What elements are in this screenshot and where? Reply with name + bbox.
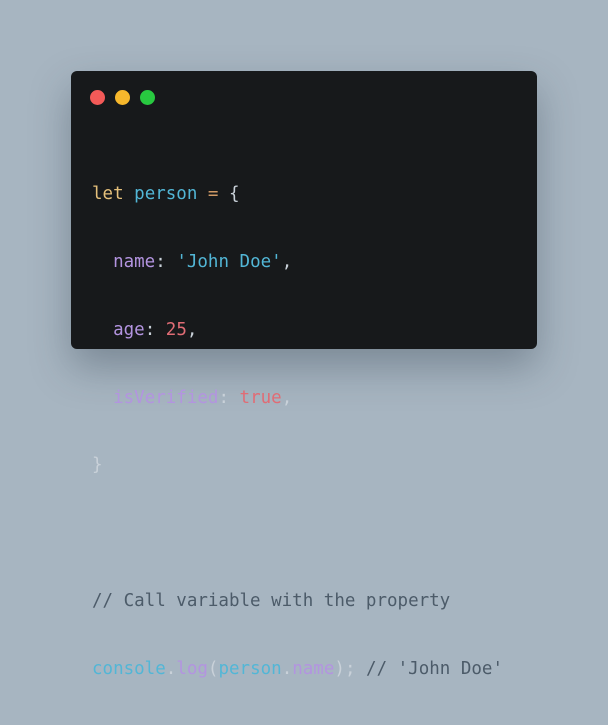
inline-comment: // 'John Doe' bbox=[366, 658, 503, 679]
code-line-2: name: 'John Doe', bbox=[92, 251, 503, 274]
colon: : bbox=[144, 319, 156, 340]
code-line-6-blank bbox=[92, 522, 503, 545]
close-brace: } bbox=[92, 455, 103, 476]
maximize-button[interactable] bbox=[140, 90, 155, 105]
comma: , bbox=[186, 319, 198, 340]
property-isverified: isVerified bbox=[113, 387, 219, 408]
open-brace: { bbox=[229, 184, 240, 205]
colon: : bbox=[218, 387, 229, 408]
code-comment: // Call variable with the property bbox=[92, 590, 451, 611]
argument-property-name: name bbox=[292, 658, 335, 679]
paren-open: ( bbox=[207, 658, 219, 679]
window-controls bbox=[90, 90, 155, 106]
code-line-4: isVerified: true, bbox=[92, 387, 503, 410]
code-line-7: // Call variable with the property bbox=[92, 590, 503, 613]
comma: , bbox=[281, 387, 293, 408]
dot: . bbox=[281, 658, 293, 679]
string-value: 'John Doe' bbox=[176, 251, 282, 272]
variable-person: person bbox=[134, 184, 198, 205]
property-age: age bbox=[113, 319, 145, 340]
paren-close: ) bbox=[334, 658, 345, 679]
semicolon: ; bbox=[344, 658, 356, 679]
code-block: let person = { name: 'John Doe', age: 25… bbox=[92, 138, 503, 725]
comma: , bbox=[281, 251, 293, 272]
function-log: log bbox=[176, 658, 208, 679]
code-line-3: age: 25, bbox=[92, 319, 503, 342]
object-console: console bbox=[92, 658, 166, 679]
boolean-value: true bbox=[239, 387, 282, 408]
dot: . bbox=[165, 658, 177, 679]
argument-person: person bbox=[218, 658, 282, 679]
number-value: 25 bbox=[165, 319, 187, 340]
colon: : bbox=[155, 251, 166, 272]
code-line-8: console.log(person.name); // 'John Doe' bbox=[92, 658, 503, 681]
property-name: name bbox=[113, 251, 156, 272]
close-button[interactable] bbox=[90, 90, 105, 105]
operator-equals: = bbox=[207, 184, 219, 205]
code-line-1: let person = { bbox=[92, 183, 503, 206]
keyword-let: let bbox=[92, 184, 124, 205]
minimize-button[interactable] bbox=[115, 90, 130, 105]
code-window: let person = { name: 'John Doe', age: 25… bbox=[71, 71, 537, 679]
code-line-5: } bbox=[92, 454, 503, 477]
